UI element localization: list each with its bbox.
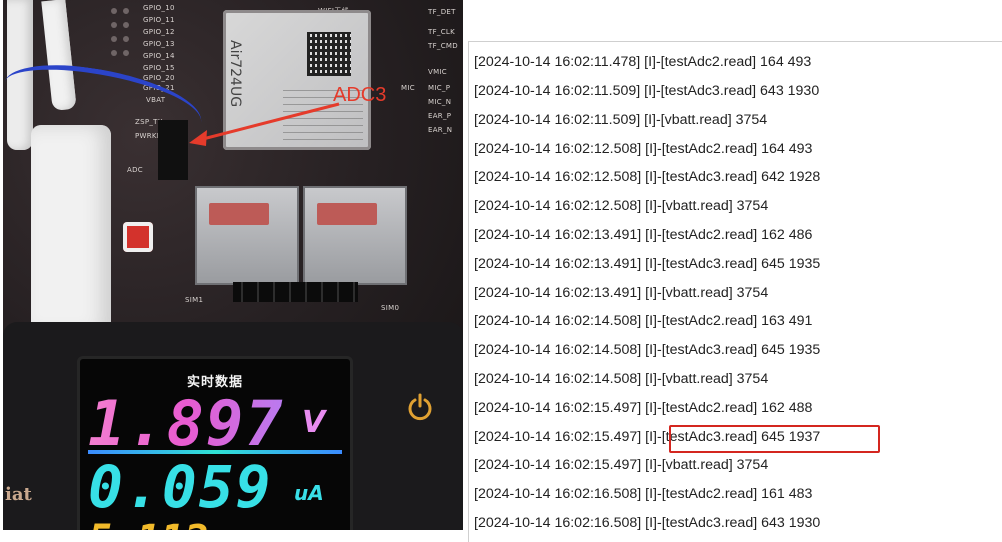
sim-slot-1: [195, 186, 299, 285]
log-line: [2024-10-14 16:02:13.491] [I]-[vbatt.rea…: [474, 285, 769, 301]
current-unit: uA: [294, 481, 324, 505]
pin-header-row: [233, 282, 358, 302]
log-line: [2024-10-14 16:02:13.491] [I]-[testAdc3.…: [474, 256, 821, 272]
board-photo: GPIO_10 GPIO_11 GPIO_12 GPIO_13 GPIO_14 …: [3, 0, 463, 530]
log-line: [2024-10-14 16:02:15.497] [I]-[vbatt.rea…: [474, 457, 769, 473]
silk-label: SIM1: [185, 296, 204, 304]
log-line: [2024-10-14 16:02:16.508] [I]-[testAdc2.…: [474, 486, 813, 502]
log-line: [2024-10-14 16:02:11.509] [I]-[testAdc3.…: [474, 83, 820, 99]
current-value: 0.059: [88, 453, 273, 521]
meter-screen: 实时数据 1.897 V 0.059 uA 5.112: [77, 356, 353, 530]
log-line: [2024-10-14 16:02:16.508] [I]-[testAdc3.…: [474, 515, 821, 531]
log-line: [2024-10-14 16:02:13.491] [I]-[testAdc2.…: [474, 227, 813, 243]
sim-slot-0: [303, 186, 407, 285]
log-line: [2024-10-14 16:02:11.478] [I]-[testAdc2.…: [474, 54, 812, 70]
third-value: 5.112: [88, 517, 208, 530]
power-icon: [405, 392, 435, 422]
window-top-area: [463, 0, 1002, 40]
log-line: [2024-10-14 16:02:15.497] [I]-[testAdc2.…: [474, 400, 813, 416]
adc3-annotation-label: ADC3: [333, 84, 387, 106]
log-line: [2024-10-14 16:02:12.508] [I]-[testAdc2.…: [474, 141, 813, 157]
log-line: [2024-10-14 16:02:11.509] [I]-[vbatt.rea…: [474, 112, 768, 128]
annotation-arrow: [189, 102, 340, 146]
bottom-margin: [0, 530, 463, 541]
red-button: [123, 222, 153, 252]
log-output-panel[interactable]: [2024-10-14 16:02:11.478] [I]-[testAdc2.…: [468, 41, 1002, 542]
highlight-box: [669, 425, 880, 453]
voltage-unit: V: [302, 405, 326, 440]
log-line: [2024-10-14 16:02:12.508] [I]-[vbatt.rea…: [474, 198, 769, 214]
log-line: [2024-10-14 16:02:14.508] [I]-[testAdc3.…: [474, 342, 821, 358]
sim-notch: [317, 203, 377, 225]
sim-notch: [209, 203, 269, 225]
log-line: [2024-10-14 16:02:12.508] [I]-[testAdc3.…: [474, 169, 821, 185]
log-line: [2024-10-14 16:02:14.508] [I]-[testAdc2.…: [474, 313, 813, 329]
logo-fragment: iat: [5, 484, 32, 505]
log-line: [2024-10-14 16:02:14.508] [I]-[vbatt.rea…: [474, 371, 769, 387]
silk-label: SIM0: [381, 304, 400, 312]
